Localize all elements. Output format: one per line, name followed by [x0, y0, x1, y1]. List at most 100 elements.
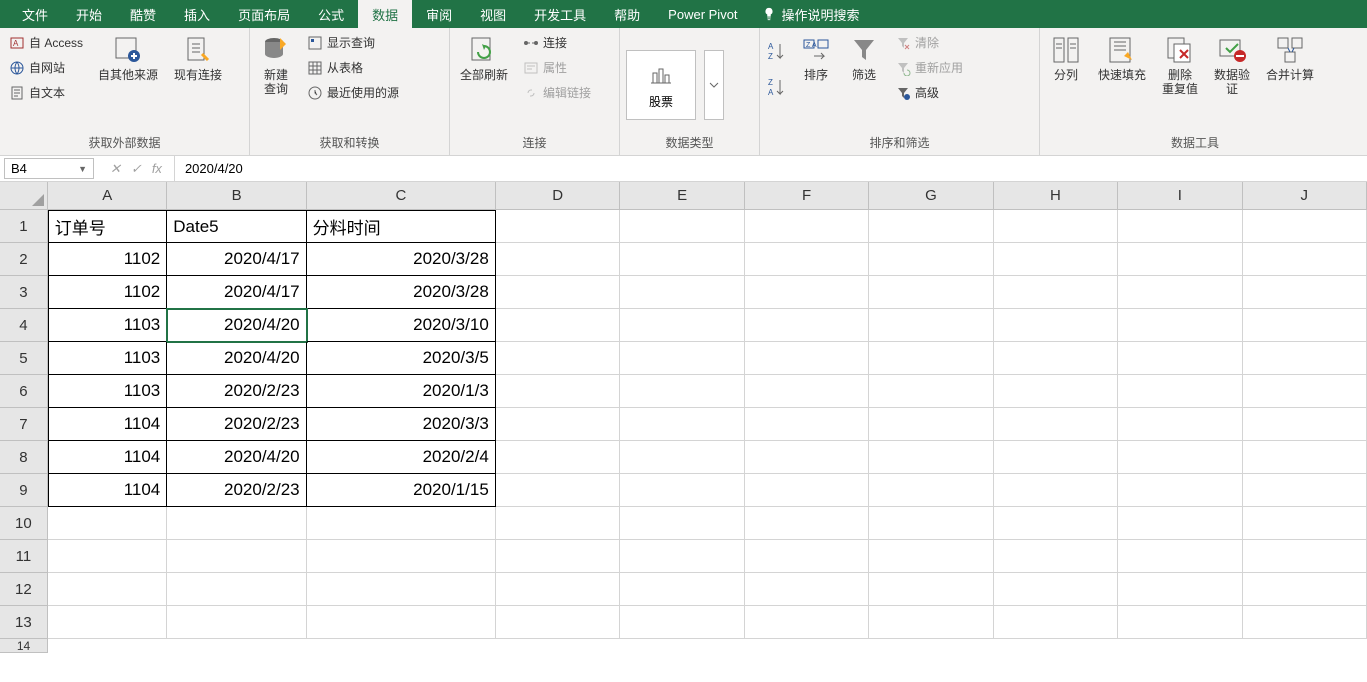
cell-A3[interactable]: 1102 [48, 276, 167, 309]
refresh-all-button[interactable]: 全部刷新 [456, 32, 512, 84]
row-header-3[interactable]: 3 [0, 276, 48, 309]
cell-J7[interactable] [1243, 408, 1367, 441]
cell-I13[interactable] [1118, 606, 1242, 639]
cell-I11[interactable] [1118, 540, 1242, 573]
stock-type-button[interactable]: 股票 [626, 50, 696, 120]
cell-F3[interactable] [745, 276, 869, 309]
cell-J12[interactable] [1243, 573, 1367, 606]
cell-J10[interactable] [1243, 507, 1367, 540]
cell-G6[interactable] [869, 375, 993, 408]
tab-view[interactable]: 视图 [466, 0, 520, 29]
tab-developer[interactable]: 开发工具 [520, 0, 600, 29]
cell-B13[interactable] [167, 606, 306, 639]
cell-I9[interactable] [1118, 474, 1242, 507]
cell-B5[interactable]: 2020/4/20 [167, 342, 306, 375]
flash-fill-button[interactable]: 快速填充 [1094, 32, 1150, 84]
cell-G13[interactable] [869, 606, 993, 639]
cell-E1[interactable] [620, 210, 744, 243]
cell-D3[interactable] [496, 276, 620, 309]
tab-file[interactable]: 文件 [8, 0, 62, 29]
cell-E13[interactable] [620, 606, 744, 639]
from-access-button[interactable]: A 自 Access [6, 32, 86, 53]
cell-D4[interactable] [496, 309, 620, 342]
text-to-columns-button[interactable]: 分列 [1046, 32, 1086, 84]
cell-G7[interactable] [869, 408, 993, 441]
cell-H9[interactable] [994, 474, 1118, 507]
row-header-8[interactable]: 8 [0, 441, 48, 474]
cell-D10[interactable] [496, 507, 620, 540]
row-header-11[interactable]: 11 [0, 540, 48, 573]
cell-F9[interactable] [745, 474, 869, 507]
cell-E8[interactable] [620, 441, 744, 474]
cell-E12[interactable] [620, 573, 744, 606]
cell-A5[interactable]: 1103 [48, 342, 167, 375]
cell-D13[interactable] [496, 606, 620, 639]
sort-button[interactable]: Z A 排序 [796, 32, 836, 84]
from-text-button[interactable]: 自文本 [6, 82, 86, 103]
cell-G9[interactable] [869, 474, 993, 507]
tab-review[interactable]: 审阅 [412, 0, 466, 29]
advanced-filter-button[interactable]: 高级 [892, 82, 966, 103]
cell-J4[interactable] [1243, 309, 1367, 342]
cell-F10[interactable] [745, 507, 869, 540]
from-web-button[interactable]: 自网站 [6, 57, 86, 78]
cell-J13[interactable] [1243, 606, 1367, 639]
tab-data[interactable]: 数据 [358, 0, 412, 29]
tab-formulas[interactable]: 公式 [304, 0, 358, 29]
show-query-button[interactable]: 显示查询 [304, 32, 402, 53]
row-header-13[interactable]: 13 [0, 606, 48, 639]
cell-D6[interactable] [496, 375, 620, 408]
cell-J9[interactable] [1243, 474, 1367, 507]
cell-I6[interactable] [1118, 375, 1242, 408]
cell-H12[interactable] [994, 573, 1118, 606]
cell-J2[interactable] [1243, 243, 1367, 276]
data-validation-button[interactable]: 数据验 证 [1210, 32, 1254, 99]
cell-H8[interactable] [994, 441, 1118, 474]
row-header-14[interactable]: 14 [0, 639, 48, 653]
cell-H3[interactable] [994, 276, 1118, 309]
cell-C3[interactable]: 2020/3/28 [307, 276, 496, 309]
cell-F12[interactable] [745, 573, 869, 606]
cell-D1[interactable] [496, 210, 620, 243]
cell-C9[interactable]: 2020/1/15 [307, 474, 496, 507]
col-header-B[interactable]: B [167, 182, 306, 210]
col-header-G[interactable]: G [869, 182, 993, 210]
cell-H6[interactable] [994, 375, 1118, 408]
filter-button[interactable]: 筛选 [844, 32, 884, 84]
recent-sources-button[interactable]: 最近使用的源 [304, 82, 402, 103]
cell-D2[interactable] [496, 243, 620, 276]
cell-B4[interactable]: 2020/4/20 [167, 309, 306, 342]
cell-A13[interactable] [48, 606, 167, 639]
cell-H11[interactable] [994, 540, 1118, 573]
cell-D8[interactable] [496, 441, 620, 474]
cell-J5[interactable] [1243, 342, 1367, 375]
select-all-corner[interactable] [0, 182, 48, 210]
col-header-E[interactable]: E [620, 182, 744, 210]
cell-I10[interactable] [1118, 507, 1242, 540]
row-header-9[interactable]: 9 [0, 474, 48, 507]
cell-D12[interactable] [496, 573, 620, 606]
col-header-C[interactable]: C [307, 182, 496, 210]
formula-input[interactable]: 2020/4/20 [175, 159, 1367, 178]
col-header-J[interactable]: J [1243, 182, 1367, 210]
cell-E7[interactable] [620, 408, 744, 441]
name-box[interactable]: B4 ▼ [4, 158, 94, 179]
existing-connections-button[interactable]: 现有连接 [170, 32, 226, 84]
cell-F7[interactable] [745, 408, 869, 441]
cell-C11[interactable] [307, 540, 496, 573]
cell-A9[interactable]: 1104 [48, 474, 167, 507]
cell-H4[interactable] [994, 309, 1118, 342]
cell-E3[interactable] [620, 276, 744, 309]
row-header-12[interactable]: 12 [0, 573, 48, 606]
cell-I3[interactable] [1118, 276, 1242, 309]
tab-powerpivot[interactable]: Power Pivot [654, 2, 751, 27]
cell-F1[interactable] [745, 210, 869, 243]
cell-B9[interactable]: 2020/2/23 [167, 474, 306, 507]
cell-E9[interactable] [620, 474, 744, 507]
cell-E6[interactable] [620, 375, 744, 408]
cell-A12[interactable] [48, 573, 167, 606]
cell-F5[interactable] [745, 342, 869, 375]
cell-E11[interactable] [620, 540, 744, 573]
cell-C10[interactable] [307, 507, 496, 540]
remove-duplicates-button[interactable]: 删除 重复值 [1158, 32, 1202, 99]
